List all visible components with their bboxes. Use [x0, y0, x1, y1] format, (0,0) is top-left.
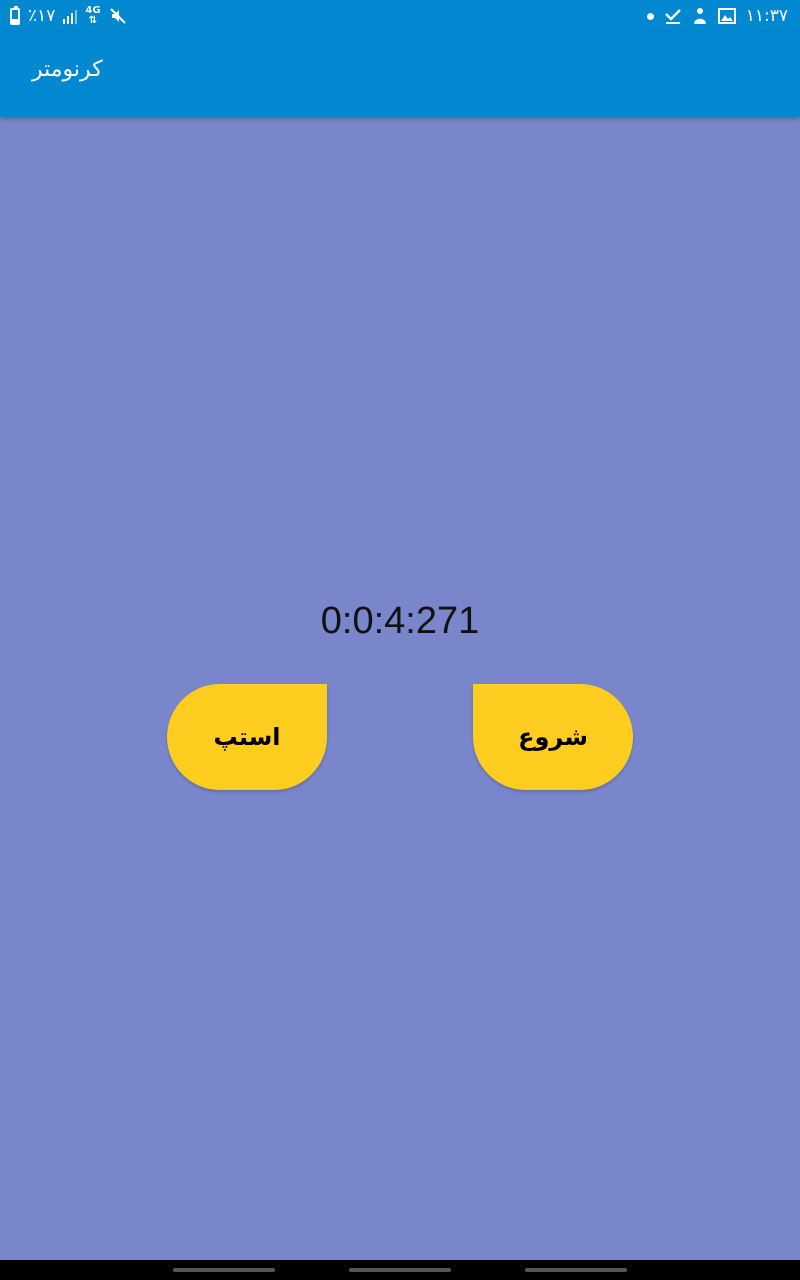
nav-pill-right[interactable]	[525, 1268, 627, 1272]
status-time: ۱۱:۳۷	[745, 6, 788, 26]
status-right-group: ۱۱:۳۷	[646, 0, 788, 32]
battery-icon	[10, 5, 20, 25]
image-icon	[717, 8, 736, 24]
mute-icon	[109, 8, 126, 24]
battery-percentage: ٪۱۷	[28, 6, 56, 26]
status-left-group: ٪۱۷ 4G ⇅	[10, 0, 127, 32]
screen: ٪۱۷ 4G ⇅ ۱۱:۳۷ کرنومتر 0:0:4:271 استپ شر…	[0, 0, 800, 1280]
app-bar: کرنومتر	[0, 32, 800, 117]
network-type-indicator: 4G ⇅	[85, 6, 100, 26]
dot-icon	[646, 12, 654, 20]
nav-pill-left[interactable]	[173, 1268, 275, 1272]
gesture-icon	[693, 8, 706, 24]
check-icon	[664, 9, 681, 24]
network-arrows-icon: ⇅	[88, 15, 98, 26]
timer-display: 0:0:4:271	[320, 600, 480, 642]
navigation-bar	[0, 1260, 800, 1280]
signal-icon	[63, 8, 78, 24]
app-title: کرنومتر	[32, 57, 103, 82]
stop-button[interactable]: استپ	[167, 684, 327, 790]
status-bar: ٪۱۷ 4G ⇅ ۱۱:۳۷	[0, 0, 800, 32]
start-button[interactable]: شروع	[473, 684, 633, 790]
nav-pill-center[interactable]	[349, 1268, 451, 1272]
